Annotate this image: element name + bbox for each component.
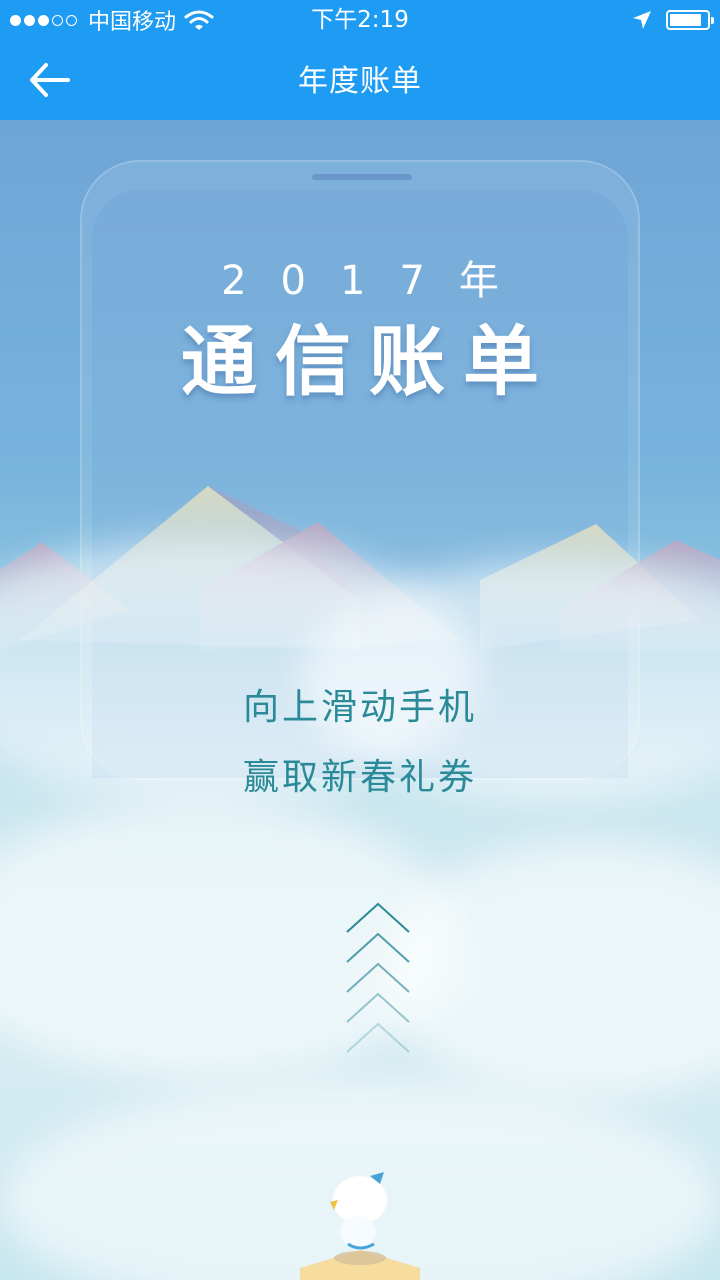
swipe-up-hint bbox=[346, 902, 410, 1053]
chevron-up-icon bbox=[346, 962, 410, 993]
annual-bill-splash[interactable]: 2017年 通信账单 向上滑动手机 赢取新春礼券 bbox=[0, 120, 720, 1280]
status-bar: 中国移动 下午2:19 bbox=[0, 0, 720, 40]
phone-speaker-graphic bbox=[312, 174, 412, 180]
status-right bbox=[632, 4, 714, 36]
page-title: 年度账单 bbox=[298, 64, 422, 99]
battery-nub bbox=[711, 17, 714, 24]
prompt-line-1: 向上滑动手机 bbox=[242, 687, 477, 728]
bill-title: 通信账单 bbox=[181, 317, 557, 406]
prompt-line-2: 赢取新春礼券 bbox=[242, 757, 477, 798]
nav-bar: 年度账单 bbox=[0, 40, 720, 120]
mascot-illustration bbox=[300, 1172, 420, 1280]
bill-year: 2017年 bbox=[221, 258, 533, 304]
battery-level bbox=[670, 14, 701, 26]
chevron-up-icon bbox=[346, 992, 410, 1023]
chevron-up-icon bbox=[346, 902, 410, 933]
chevron-up-icon bbox=[346, 932, 410, 963]
chevron-up-icon bbox=[346, 1022, 410, 1053]
location-arrow-icon bbox=[633, 11, 651, 29]
status-time: 下午2:19 bbox=[311, 7, 409, 33]
battery-icon bbox=[666, 10, 714, 30]
